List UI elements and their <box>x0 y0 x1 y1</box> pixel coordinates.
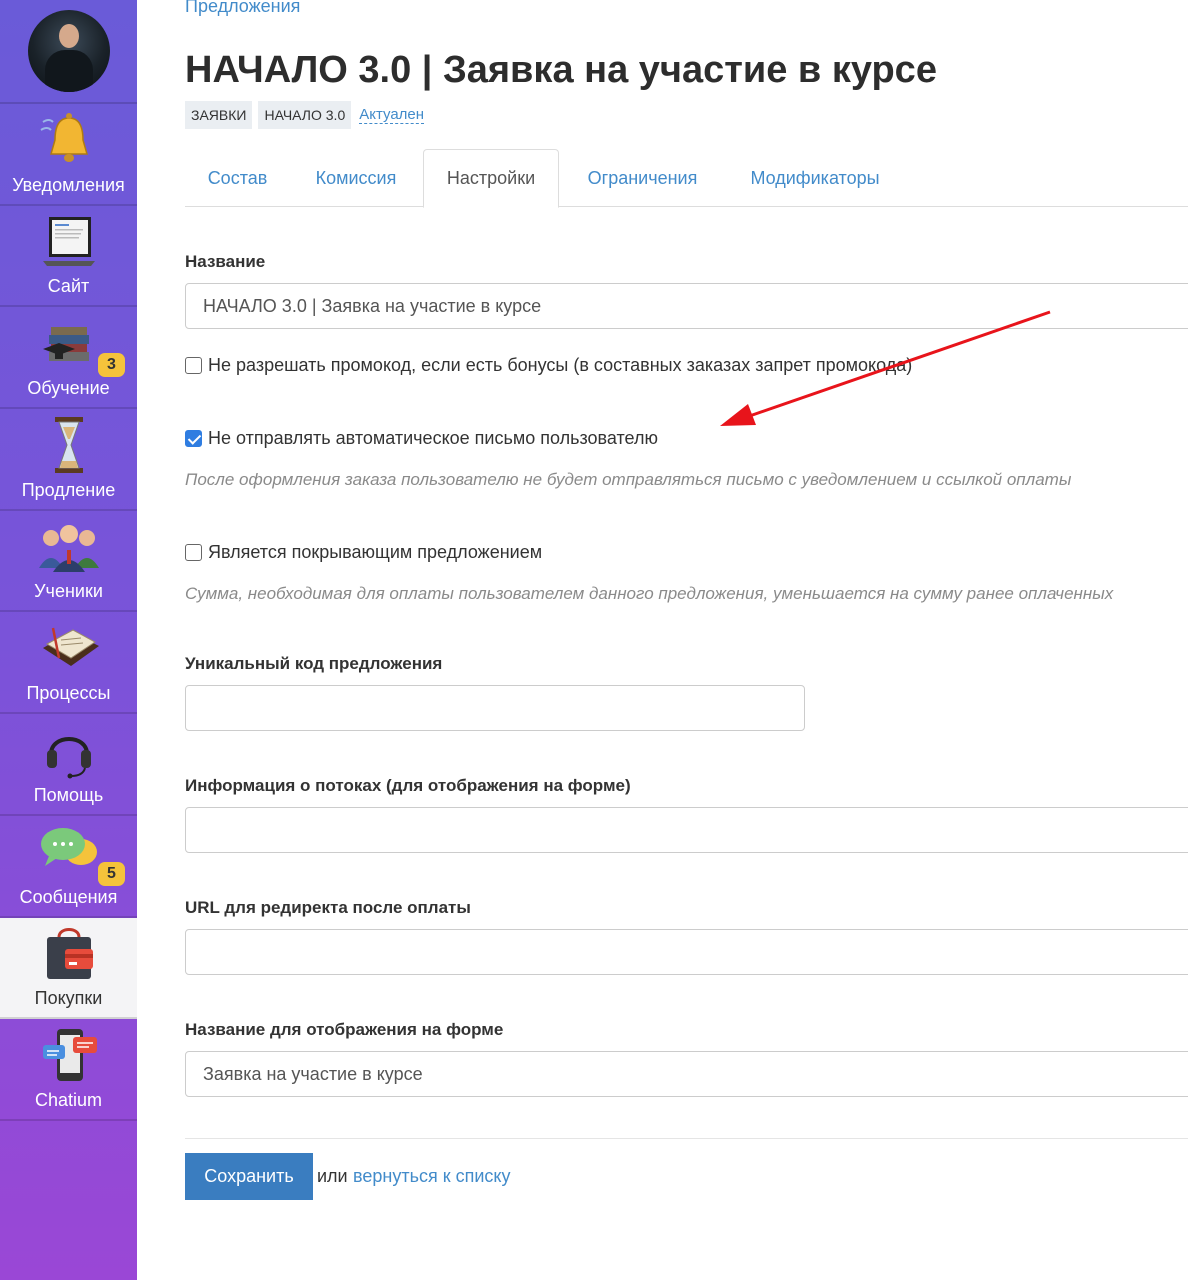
avatar-section <box>0 0 137 104</box>
covering-checkbox-row[interactable]: Является покрывающим предложением <box>185 542 542 563</box>
tag-list: ЗАЯВКИ НАЧАЛО 3.0 Актуален <box>185 101 425 129</box>
display-name-label: Название для отображения на форме <box>185 1020 504 1039</box>
sidebar: Уведомления Сайт 3 Обучение Продление Уч… <box>0 0 137 1280</box>
tab-bar: Состав Комиссия Настройки Ограничения Мо… <box>185 149 1188 208</box>
main-content: Предложения НАЧАЛО 3.0 | Заявка на участ… <box>185 0 1188 1280</box>
sidebar-item-label: Обучение <box>27 378 110 399</box>
name-label: Название <box>185 252 266 271</box>
sidebar-item-label: Уведомления <box>12 174 125 195</box>
tab-restrictions[interactable]: Ограничения <box>561 149 724 207</box>
covering-checkbox[interactable] <box>185 544 202 561</box>
covering-checkbox-label: Является покрывающим предложением <box>208 542 543 562</box>
tag[interactable]: ЗАЯВКИ <box>185 101 253 129</box>
display-name-input[interactable] <box>185 1051 1188 1097</box>
tag[interactable]: НАЧАЛО 3.0 <box>258 101 352 129</box>
no-email-help-text: После оформления заказа пользователю не … <box>185 470 1072 489</box>
tab-settings[interactable]: Настройки <box>423 149 559 208</box>
sidebar-item-label: Помощь <box>33 784 104 805</box>
sidebar-item-help[interactable]: Помощь <box>0 714 137 816</box>
sidebar-item-label: Chatium <box>34 1089 103 1110</box>
sidebar-item-messages[interactable]: 5 Сообщения <box>0 816 137 918</box>
books-icon <box>37 313 101 373</box>
chat-icon <box>37 822 101 882</box>
or-text: или <box>317 1166 348 1186</box>
promo-checkbox[interactable] <box>185 357 202 374</box>
sidebar-item-students[interactable]: Ученики <box>0 511 137 613</box>
sidebar-item-label: Покупки <box>34 988 103 1009</box>
save-button[interactable]: Сохранить <box>185 1153 313 1200</box>
phone-chat-icon <box>37 1025 101 1085</box>
no-email-checkbox-row[interactable]: Не отправлять автоматическое письмо поль… <box>185 428 658 449</box>
hourglass-icon <box>37 415 101 475</box>
laptop-icon <box>37 211 101 271</box>
status-link[interactable]: Актуален <box>359 106 425 124</box>
covering-help-text: Сумма, необходимая для оплаты пользовате… <box>185 584 1114 603</box>
no-email-checkbox-label: Не отправлять автоматическое письмо поль… <box>208 428 658 448</box>
promo-checkbox-row[interactable]: Не разрешать промокод, если есть бонусы … <box>185 355 912 376</box>
sidebar-item-label: Сайт <box>47 276 90 297</box>
sidebar-item-label: Сообщения <box>19 886 118 907</box>
sidebar-item-renewal[interactable]: Продление <box>0 409 137 511</box>
sidebar-item-learning[interactable]: 3 Обучение <box>0 307 137 410</box>
streams-label: Информация о потоках (для отображения на… <box>185 776 631 795</box>
headset-icon <box>37 720 101 780</box>
sidebar-item-chatium[interactable]: Chatium <box>0 1019 137 1121</box>
sidebar-item-label: Ученики <box>34 581 103 602</box>
bell-icon <box>37 110 101 170</box>
sidebar-item-notifications[interactable]: Уведомления <box>0 104 137 206</box>
redirect-url-label: URL для редиректа после оплаты <box>185 898 471 917</box>
streams-input[interactable] <box>185 807 1188 853</box>
no-email-checkbox[interactable] <box>185 430 202 447</box>
unique-code-label: Уникальный код предложения <box>185 654 443 673</box>
sidebar-item-label: Продление <box>21 479 116 500</box>
sidebar-item-purchases[interactable]: Покупки <box>0 917 137 1020</box>
messages-count-badge: 5 <box>98 861 125 886</box>
name-input[interactable] <box>185 283 1188 329</box>
tab-modifiers[interactable]: Модификаторы <box>726 149 904 207</box>
page-title: НАЧАЛО 3.0 | Заявка на участие в курсе <box>185 49 937 91</box>
unique-code-input[interactable] <box>185 685 805 731</box>
tab-commission[interactable]: Комиссия <box>291 149 421 207</box>
shopping-bag-icon <box>37 923 101 983</box>
sidebar-item-processes[interactable]: Процессы <box>0 612 137 715</box>
people-icon <box>37 516 101 576</box>
papers-icon <box>37 618 101 678</box>
divider <box>185 1138 1188 1139</box>
breadcrumb[interactable]: Предложения <box>185 0 300 17</box>
learning-count-badge: 3 <box>98 353 125 378</box>
promo-checkbox-label: Не разрешать промокод, если есть бонусы … <box>208 355 913 375</box>
avatar[interactable] <box>27 10 110 92</box>
back-to-list-link[interactable]: вернуться к списку <box>353 1166 510 1187</box>
tab-composition[interactable]: Состав <box>185 149 290 207</box>
redirect-url-input[interactable] <box>185 929 1188 975</box>
sidebar-item-site[interactable]: Сайт <box>0 206 137 308</box>
sidebar-item-label: Процессы <box>26 683 111 704</box>
